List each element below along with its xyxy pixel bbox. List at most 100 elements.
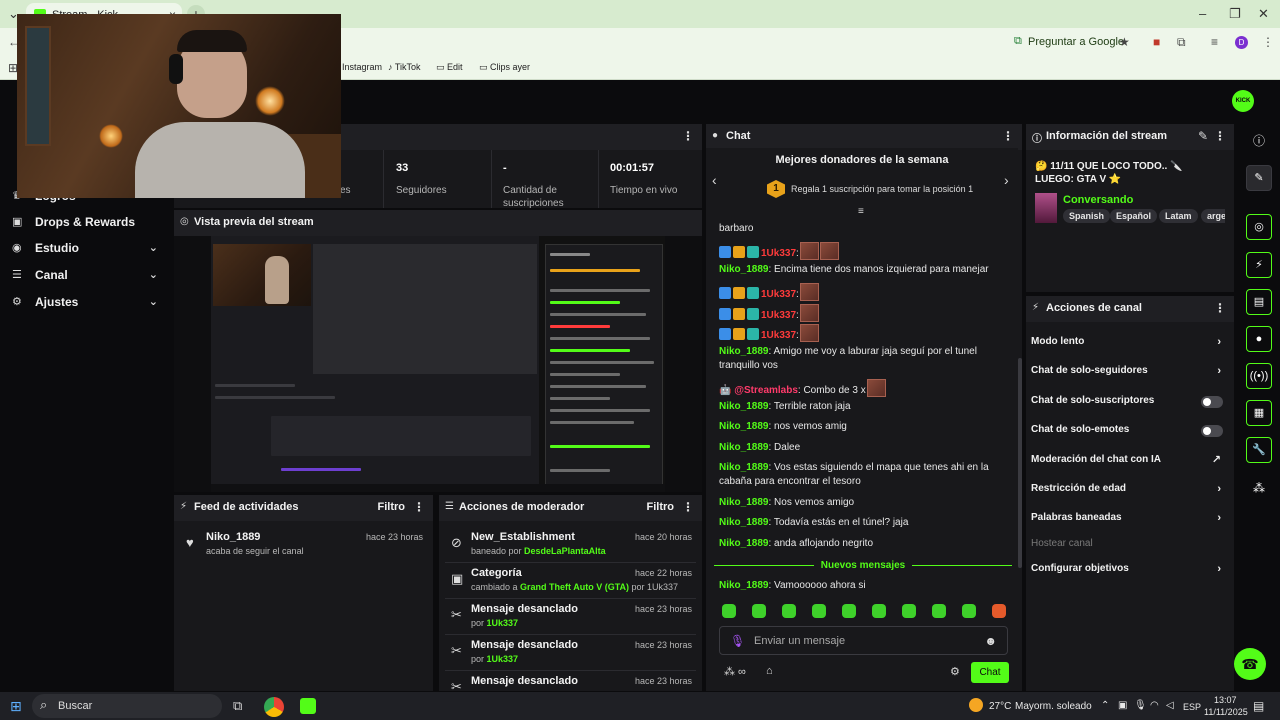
emote-image[interactable] [799, 304, 819, 322]
chat-bubble-icon[interactable]: ● [1246, 326, 1272, 352]
crown-badge-icon[interactable] [733, 287, 745, 299]
verified-badge-icon[interactable] [719, 287, 731, 299]
stream-category[interactable]: Conversando [1063, 194, 1133, 206]
kicks-icon[interactable]: ⁂ ∞ [724, 665, 746, 678]
emote-image[interactable] [866, 379, 886, 397]
crown-badge-icon[interactable] [733, 246, 745, 258]
emote-icon[interactable] [842, 604, 856, 618]
tray-chevron-icon[interactable]: ⌃ [1101, 700, 1109, 711]
bookmark-instagram[interactable]: Instagram [342, 62, 382, 72]
emote-icon[interactable] [782, 604, 796, 618]
chat-username[interactable]: 1Uk337 [761, 248, 796, 259]
close-window-icon[interactable]: ✕ [1258, 6, 1269, 22]
sidebar-item-estudio[interactable]: ◉ Estudio ⌄ [12, 238, 162, 258]
clock-date[interactable]: 11/11/2025 [1204, 707, 1248, 717]
sidebar-item-ajustes[interactable]: ⚙ Ajustes ⌄ [12, 292, 162, 312]
chat-username[interactable]: Niko_1889 [719, 580, 768, 591]
task-view-icon[interactable]: ⧉ [233, 698, 242, 714]
sidebar-item-drops[interactable]: ▣ Drops & Rewards [12, 212, 162, 232]
stream-preview-video[interactable] [211, 236, 665, 492]
emote-icon[interactable] [872, 604, 886, 618]
taskbar-search[interactable]: Buscar [32, 694, 222, 718]
action-subscribers-only[interactable]: Chat de solo-suscriptores [1031, 390, 1227, 412]
mod-badge-icon[interactable] [747, 287, 759, 299]
mod-badge-icon[interactable] [747, 246, 759, 258]
browser-menu-icon[interactable]: ⋮ [1262, 35, 1274, 49]
crown-badge-icon[interactable] [733, 308, 745, 320]
bookmark-clips[interactable]: ▭ Clips ayer [479, 62, 530, 73]
chat-username[interactable]: Niko_1889 [719, 538, 768, 549]
filter-button[interactable]: Filtro [647, 501, 675, 513]
chat-username[interactable]: Niko_1889 [719, 442, 768, 453]
broadcast-icon[interactable]: ((•)) [1246, 363, 1272, 389]
action-banned-words[interactable]: Palabras baneadas › [1031, 507, 1227, 529]
mod-actor[interactable]: 1Uk337 [487, 618, 519, 628]
weather-temp[interactable]: 27°C [989, 701, 1011, 712]
filter-button[interactable]: Filtro [378, 501, 406, 513]
feed-user[interactable]: Niko_1889 [206, 531, 260, 543]
new-messages-divider[interactable]: Nuevos mensajes [714, 560, 1012, 571]
emote-icon[interactable] [812, 604, 826, 618]
emote-image[interactable] [799, 324, 819, 342]
more-options-icon[interactable]: ⋮ [682, 500, 694, 514]
chat-username[interactable]: 1Uk337 [761, 289, 796, 300]
notifications-icon[interactable]: ▤ [1253, 699, 1264, 713]
verified-badge-icon[interactable] [719, 328, 731, 340]
kicks-icon[interactable]: ⁂ [1246, 475, 1272, 501]
subscribers-only-toggle[interactable] [1201, 396, 1223, 408]
weather-desc[interactable]: Mayorm. soleado [1015, 701, 1092, 712]
clock-time[interactable]: 13:07 [1214, 695, 1237, 705]
chat-username[interactable]: Niko_1889 [719, 346, 768, 357]
extension-icon[interactable]: ■ [1153, 35, 1160, 49]
chat-username[interactable]: 1Uk337 [761, 330, 796, 341]
microphone-icon[interactable]: 🎙 [730, 634, 745, 648]
emote-image[interactable] [799, 242, 819, 260]
chrome-icon[interactable] [264, 697, 284, 717]
mod-actor[interactable]: Grand Theft Auto V (GTA) [520, 582, 629, 592]
language-indicator[interactable]: ESP [1183, 702, 1201, 712]
action-followers-only[interactable]: Chat de solo-seguidores › [1031, 360, 1227, 382]
star-icon[interactable]: ★ [1119, 35, 1130, 49]
bookmark-tiktok[interactable]: ♪ TikTok [388, 62, 421, 72]
chat-username[interactable]: @Streamlabs [734, 385, 798, 396]
emote-icon[interactable] [902, 604, 916, 618]
layout-icon[interactable]: ▦ [1246, 400, 1272, 426]
info-icon[interactable]: ⓘ [1246, 128, 1272, 154]
chevron-left-icon[interactable]: ‹ [712, 172, 717, 188]
chat-username[interactable]: Niko_1889 [719, 401, 768, 412]
crown-badge-icon[interactable] [733, 328, 745, 340]
wrench-icon[interactable]: 🔧 [1246, 437, 1272, 463]
minimize-icon[interactable]: – [1199, 6, 1206, 21]
mod-badge-icon[interactable] [747, 328, 759, 340]
kick-app-icon[interactable] [300, 698, 316, 714]
more-options-icon[interactable]: ⋮ [1002, 129, 1014, 143]
mod-actor[interactable]: 1Uk337 [487, 654, 519, 664]
filter-lines-icon[interactable]: ≡ [858, 206, 864, 217]
emotes-only-toggle[interactable] [1201, 425, 1223, 437]
more-options-icon[interactable]: ⋮ [682, 129, 694, 143]
user-avatar[interactable]: KICK [1232, 90, 1254, 112]
verified-badge-icon[interactable] [719, 246, 731, 258]
emote-icon[interactable] [722, 604, 736, 618]
action-configure-goals[interactable]: Configurar objetivos › [1031, 558, 1227, 580]
more-options-icon[interactable]: ⋮ [413, 500, 425, 514]
profile-avatar[interactable]: D [1235, 36, 1248, 49]
chat-username[interactable]: 1Uk337 [761, 310, 796, 321]
action-age-restriction[interactable]: Restricción de edad › [1031, 478, 1227, 500]
more-options-icon[interactable]: ⋮ [1214, 301, 1226, 315]
verified-badge-icon[interactable] [719, 308, 731, 320]
emote-icon[interactable] [752, 604, 766, 618]
store-icon[interactable]: ⌂ [766, 665, 773, 677]
chat-scrollbar[interactable] [1018, 358, 1022, 568]
wifi-icon[interactable]: ◠ [1150, 700, 1159, 711]
chat-input[interactable]: 🎙 Enviar un mensaje ☻ [719, 626, 1008, 655]
emote-icon[interactable] [992, 604, 1006, 618]
tray-icon[interactable]: ▣ [1118, 700, 1127, 711]
edit-pencil-icon[interactable]: ✎ [1198, 129, 1208, 143]
document-icon[interactable]: ▤ [1246, 289, 1272, 315]
action-slow-mode[interactable]: Modo lento › [1031, 331, 1227, 353]
emoji-icon[interactable]: ☻ [984, 634, 997, 648]
help-button[interactable]: ☎ [1234, 648, 1266, 680]
edit-pencil-icon[interactable]: ✎ [1246, 165, 1272, 191]
gear-icon[interactable]: ⚙ [950, 665, 960, 678]
